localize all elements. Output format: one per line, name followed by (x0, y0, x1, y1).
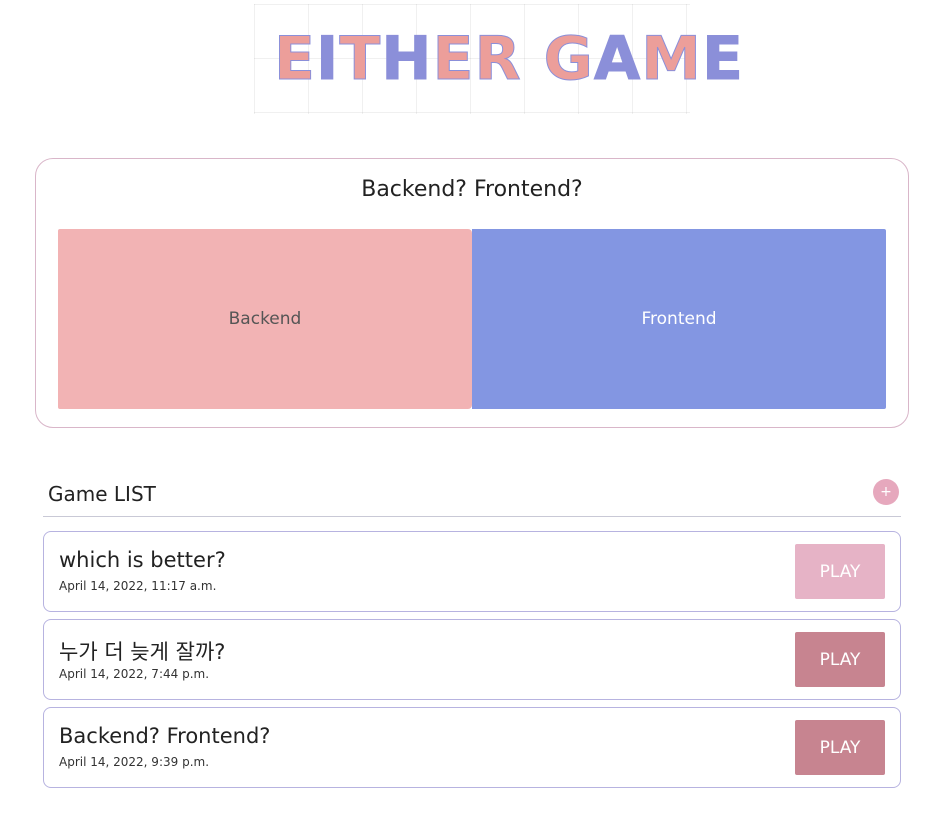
logo-letter: I (315, 24, 340, 95)
logo-letter: H (381, 24, 433, 95)
option-b-button[interactable]: Frontend (472, 229, 886, 409)
game-date: April 14, 2022, 7:44 p.m. (59, 667, 210, 681)
page: EITHER GAME Backend? Frontend? Backend F… (0, 0, 946, 829)
logo-text: EITHER GAME (274, 24, 744, 95)
game-date: April 14, 2022, 11:17 a.m. (59, 579, 217, 593)
game-row: which is better? April 14, 2022, 11:17 a… (43, 531, 901, 612)
plus-icon: + (880, 484, 892, 500)
game-row: Backend? Frontend? April 14, 2022, 9:39 … (43, 707, 901, 788)
game-date: April 14, 2022, 9:39 p.m. (59, 755, 210, 769)
logo-letter: E (701, 24, 744, 95)
play-button[interactable]: PLAY (795, 720, 885, 775)
logo-letter: M (641, 24, 702, 95)
logo-letter: E (274, 24, 316, 95)
logo-letter: R (474, 24, 522, 95)
game-name: which is better? (59, 548, 226, 572)
logo-letter (522, 24, 544, 94)
game-name: Backend? Frontend? (59, 724, 271, 748)
logo-letter: G (543, 24, 594, 95)
game-list-title: Game LIST (48, 482, 156, 506)
logo[interactable]: EITHER GAME (254, 4, 743, 114)
play-button[interactable]: PLAY (795, 632, 885, 687)
featured-game-card: Backend? Frontend? Backend Frontend (35, 158, 909, 428)
play-button[interactable]: PLAY (795, 544, 885, 599)
add-game-button[interactable]: + (873, 479, 899, 505)
featured-game-title: Backend? Frontend? (361, 177, 583, 202)
game-row: 누가 더 늦게 잘까? April 14, 2022, 7:44 p.m. PL… (43, 619, 901, 700)
option-a-button[interactable]: Backend (58, 229, 472, 409)
game-name: 누가 더 늦게 잘까? (59, 640, 226, 664)
logo-letter: E (432, 24, 475, 95)
logo-letter: A (593, 24, 642, 95)
game-list-header: Game LIST + (43, 470, 901, 517)
logo-letter: T (339, 24, 382, 95)
